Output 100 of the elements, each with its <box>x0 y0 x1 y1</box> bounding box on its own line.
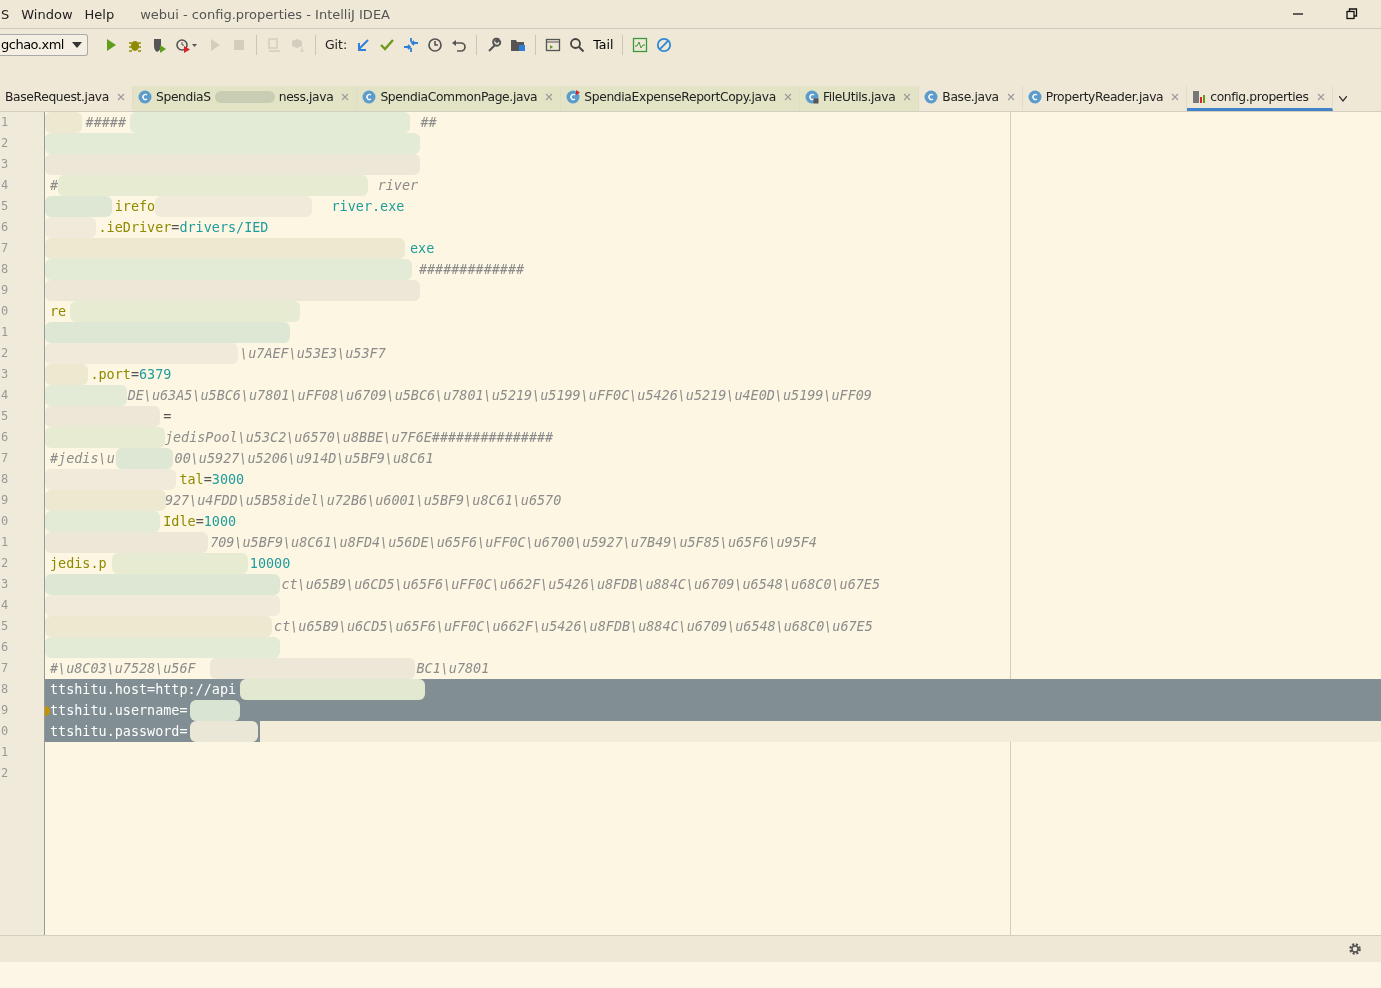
line-number: 7 <box>1 660 9 677</box>
code-text: river.exe <box>331 198 405 216</box>
line-number: 0 <box>1 303 9 320</box>
search-icon[interactable] <box>569 36 586 53</box>
git-label: Git: <box>323 37 349 52</box>
settings-icon[interactable] <box>1348 942 1362 956</box>
window-title: webui - config.properties - IntelliJ IDEA <box>140 6 390 22</box>
run-config-dropdown[interactable]: gchao.xml <box>0 33 88 56</box>
code-text: 3000 <box>211 471 245 489</box>
class-icon <box>137 90 152 104</box>
restore-icon[interactable] <box>1346 8 1358 20</box>
tab-label: Base.java <box>942 90 999 104</box>
code-text: DE\u63A5\u5BC6\u7801\uFF08\u6709\u5BC6\u7801\u5219\u5199\uFF0C\u5426\u5219\u4E0D\u5199\uFF09 <box>127 387 872 405</box>
code-text: tal <box>179 471 204 489</box>
tail-button[interactable]: Tail <box>590 37 617 52</box>
line-number: 7 <box>1 240 9 257</box>
code-text: \u7AEF\u53E3\u53F7 <box>240 345 386 363</box>
code-text: ttshitu.password= <box>50 723 188 741</box>
line-number: 2 <box>1 135 9 152</box>
line-number: 9 <box>1 282 9 299</box>
editor-tab[interactable]: SpendiaCommonPage.java <box>357 86 562 111</box>
line-number: 5 <box>1 408 9 425</box>
menu-item[interactable]: Help <box>84 6 115 22</box>
line-number: 1 <box>1 744 9 761</box>
code-text: ttshitu.username= <box>50 702 188 720</box>
code-text: re <box>50 303 67 321</box>
menu-item[interactable]: Window <box>21 6 73 22</box>
menu-item[interactable]: S <box>1 6 10 22</box>
blur-drawing <box>214 91 275 103</box>
code-text: = <box>203 471 212 489</box>
line-number: 0 <box>1 513 9 530</box>
line-number: 9 <box>1 702 9 719</box>
line-number: 5 <box>1 618 9 635</box>
close-icon[interactable] <box>903 93 912 101</box>
editor-tab[interactable]: FileUtils.java <box>799 86 920 111</box>
caret-icon[interactable] <box>71 41 82 48</box>
properties-file-icon <box>1192 90 1207 104</box>
profiler-icon[interactable] <box>174 36 199 53</box>
arrow-icon[interactable] <box>355 36 372 53</box>
line-number: 6 <box>1 219 9 236</box>
code-text: = <box>171 219 180 237</box>
code-text: ##### <box>85 114 127 132</box>
tab-label: BaseRequest.java <box>5 90 109 104</box>
line-number: 0 <box>1 723 9 740</box>
code-text: ct\u65B9\u6CD5\u65F6\uFF0C\u662F\u5426\u8FDB\u884C\u6709\u6548\u68C0\u67E5 <box>274 618 873 636</box>
tab-label: FileUtils.java <box>822 90 896 104</box>
code-text: = <box>195 513 204 531</box>
close-icon[interactable] <box>1316 93 1325 101</box>
chevron-icon[interactable] <box>1338 95 1347 102</box>
class-icon <box>362 90 377 104</box>
code-text: .port <box>90 366 131 384</box>
code-text: irefo <box>114 198 156 216</box>
code-text: = <box>130 366 139 384</box>
tab-label: ness.java <box>278 90 334 104</box>
code-text: = <box>163 408 172 426</box>
code-text: drivers/IED <box>179 219 269 237</box>
line-number: 2 <box>1 345 9 362</box>
line-number: 8 <box>1 261 9 278</box>
tab-label: config.properties <box>1210 90 1309 104</box>
code-text: 6379 <box>139 366 172 384</box>
code-text: jedis.p <box>50 555 107 573</box>
line-number: 2 <box>1 765 9 782</box>
editor-tab[interactable]: SpendiaS ness.java <box>132 86 358 111</box>
line-number: 4 <box>1 597 9 614</box>
activity-monitor-icon[interactable] <box>632 36 649 53</box>
line-number: 8 <box>1 471 9 488</box>
editor-tab[interactable]: SpendiaExpenseReportCopy.java <box>561 86 800 111</box>
tab-label: PropertyReader.java <box>1045 90 1164 104</box>
block-icon[interactable] <box>656 36 673 53</box>
code-text: jedisPool\u53C2\u6570\u8BBE\u7F6E############### <box>164 429 554 447</box>
line-number: 7 <box>1 450 9 467</box>
code-text: #\u8C03\u7528\u56F <box>50 660 196 678</box>
class-icon <box>924 90 939 104</box>
code-text: ## <box>420 114 437 132</box>
tab-label: SpendiaCommonPage.java <box>380 90 538 104</box>
code-text: exe <box>410 240 435 258</box>
tab-label: SpendiaExpenseReportCopy.java <box>584 90 776 104</box>
code-text: ct\u65B9\u6CD5\u65F6\uFF0C\u662F\u5426\u8FDB\u884C\u6709\u6548\u68C0\u67E5 <box>281 576 881 594</box>
code-text: BC1\u7801 <box>416 660 490 678</box>
close-icon[interactable] <box>783 93 792 101</box>
code-text: 10000 <box>249 555 291 573</box>
line-number: 3 <box>1 156 9 173</box>
close-icon[interactable] <box>116 93 125 101</box>
compare-icon[interactable] <box>403 36 420 53</box>
line-number: 3 <box>1 576 9 593</box>
class-icon <box>1027 90 1042 104</box>
close-icon[interactable] <box>1171 93 1180 101</box>
code-text: ############# <box>418 261 525 279</box>
code-text: 927\u4FDD\u5B58idel\u72B6\u6001\u5BF9\u8C61\u6570 <box>164 492 562 510</box>
class-icon <box>566 90 581 104</box>
close-icon[interactable] <box>1006 93 1015 101</box>
code-text: .ieDriver <box>98 219 172 237</box>
line-number: 4 <box>1 387 9 404</box>
terminal-icon[interactable] <box>545 36 562 53</box>
close-icon[interactable] <box>341 93 350 101</box>
code-text: Idle <box>163 513 196 531</box>
line-number: 8 <box>1 681 9 698</box>
editor-tab[interactable]: config.properties <box>1187 86 1333 111</box>
clock-icon[interactable] <box>427 36 444 53</box>
close-icon[interactable] <box>545 93 554 101</box>
